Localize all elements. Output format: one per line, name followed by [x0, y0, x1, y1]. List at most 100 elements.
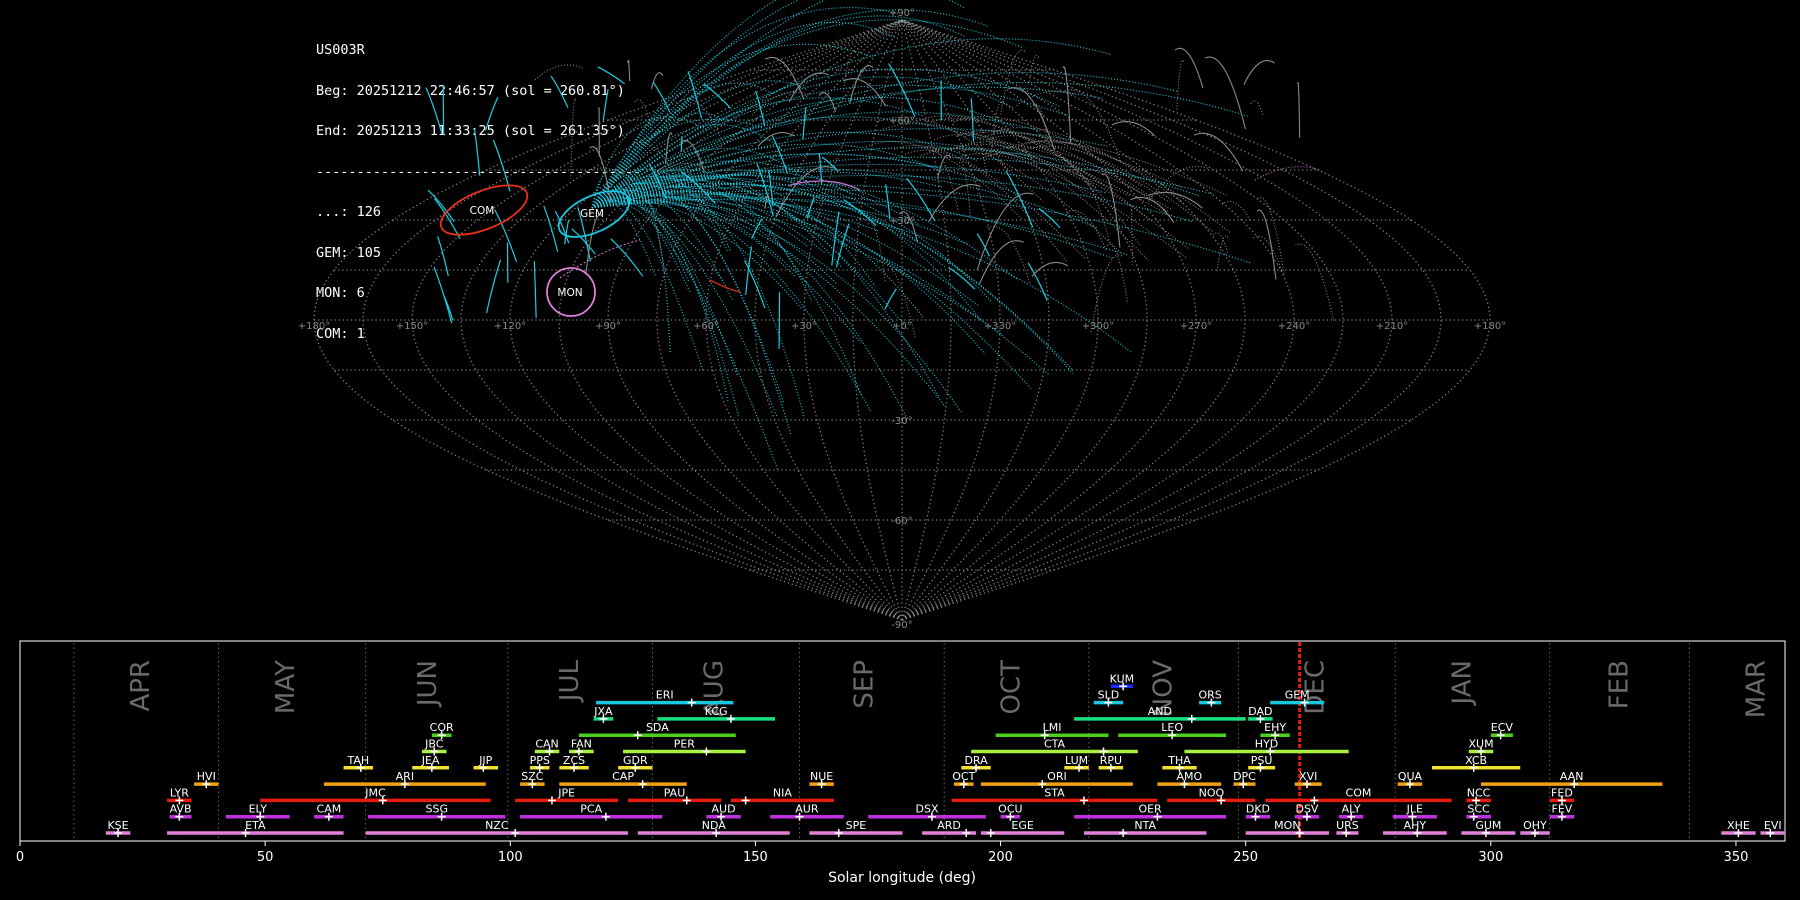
- shower-label: ARD: [937, 819, 961, 832]
- shower-and: AND: [1074, 705, 1246, 723]
- meteor-trail: [591, 194, 862, 344]
- shower-label: DRA: [964, 754, 988, 767]
- meteor-trail: [427, 189, 455, 222]
- lon-label: +240°: [1278, 321, 1310, 332]
- shower-can: CAN: [534, 738, 560, 756]
- shower-tah: TAH: [343, 754, 373, 772]
- meteor-trail: [492, 139, 511, 192]
- shower-label: AMO: [1176, 770, 1202, 783]
- x-tick-label: 350: [1724, 850, 1749, 865]
- month-labels: APR MAY JUN JUL AUG SEP OCT NOV DEC JAN FEB MAR: [73, 642, 1772, 840]
- radiant-label-gem: GEM: [580, 208, 604, 220]
- month-label: NOV: [1148, 660, 1178, 717]
- meteor-trail: [570, 98, 577, 179]
- shower-dsx: DSX: [868, 803, 986, 821]
- shower-label: LEO: [1161, 721, 1183, 734]
- meteor-trail: [985, 146, 1153, 198]
- shower-label: LMI: [1043, 721, 1062, 734]
- shower-szc: SZC: [520, 770, 545, 789]
- lon-label: +180°: [1474, 321, 1506, 332]
- shower-sld: SLD: [1093, 689, 1124, 707]
- month-label: FEB: [1604, 660, 1634, 709]
- shower-gem: GEM: [1270, 689, 1325, 707]
- meteor-trail: [597, 66, 626, 85]
- shower-dsv: DSV: [1294, 803, 1320, 821]
- meteor-trail: [534, 64, 583, 81]
- x-tick-label: 200: [988, 850, 1013, 865]
- shower-psu: PSU: [1248, 754, 1276, 772]
- meteor-trail: [1297, 81, 1301, 138]
- shower-xcb: XCB: [1432, 754, 1521, 772]
- shower-label: COR: [430, 721, 454, 734]
- shower-label: XCB: [1465, 754, 1487, 767]
- shower-urs: URS: [1336, 819, 1359, 837]
- meteor-trail: [433, 266, 453, 324]
- shower-sda: SDA: [578, 721, 736, 740]
- meteor-trail: [958, 147, 1150, 261]
- shower-label: NIA: [773, 786, 792, 799]
- shower-label: NZC: [485, 819, 509, 832]
- shower-spe: SPE: [809, 819, 903, 837]
- shower-noo: NOO: [1167, 786, 1256, 805]
- meteor-trail: [1027, 262, 1048, 301]
- shower-tha: THA: [1162, 754, 1197, 772]
- shower-fan: FAN: [569, 738, 594, 756]
- meteor-trail: [885, 184, 891, 219]
- meteor-trail: [648, 163, 667, 199]
- meteor-trail: [1064, 89, 1122, 164]
- meteor-trail: [485, 259, 502, 314]
- meteor-trail: [627, 59, 631, 82]
- meteor-trail: [929, 147, 1123, 255]
- shower-nia: NIA: [730, 786, 834, 805]
- shower-label: PSU: [1251, 754, 1273, 767]
- shower-label: ARI: [396, 770, 414, 783]
- lat-label: -30°: [891, 416, 912, 427]
- shower-label: GUM: [1475, 819, 1501, 832]
- shower-label: NCC: [1467, 786, 1491, 799]
- shower-label: JPE: [557, 786, 575, 799]
- lon-label: +210°: [1376, 321, 1408, 332]
- shower-qua: QUA: [1397, 770, 1423, 789]
- lon-label: +90°: [595, 321, 621, 332]
- meteor-trail: [1216, 235, 1229, 273]
- meteor-trail: [591, 0, 965, 209]
- shower-label: PPS: [530, 754, 550, 767]
- meteor-trail: [484, 96, 499, 131]
- meteor-trail: [591, 198, 1129, 256]
- shower-label: AUR: [795, 803, 819, 816]
- shower-jea: JEA: [412, 754, 449, 772]
- meteor-trail: [591, 198, 1131, 352]
- month-label: DEC: [1300, 660, 1330, 715]
- shower-ecv: ECV: [1491, 721, 1513, 740]
- meteor-trail: [831, 211, 840, 266]
- shower-label: SLD: [1098, 689, 1120, 702]
- shower-label: EGE: [1011, 819, 1033, 832]
- meteor-trail: [591, 191, 980, 307]
- meteor-trail: [591, 194, 837, 284]
- lat-label: +60°: [889, 116, 915, 127]
- shower-rpu: RPU: [1098, 754, 1124, 772]
- meteor-trail: [591, 193, 1115, 260]
- meteor-trail: [884, 288, 897, 310]
- shower-label: OCT: [952, 770, 975, 783]
- shower-ssg: SSG: [368, 803, 506, 821]
- shower-label: XHE: [1727, 819, 1750, 832]
- shower-fev: FEV: [1549, 803, 1575, 821]
- meteor-trail: [591, 183, 1074, 374]
- month-label: JUN: [413, 660, 443, 708]
- meteor-trail: [751, 91, 809, 116]
- month-label: OCT: [996, 660, 1026, 715]
- shower-xvi: XVI: [1294, 770, 1322, 789]
- meteor-trail: [602, 89, 609, 121]
- meteor-trail: [591, 174, 981, 319]
- shower-label: EHY: [1264, 721, 1286, 734]
- shower-dra: DRA: [961, 754, 991, 772]
- shower-dad: DAD: [1248, 705, 1273, 723]
- lat-label: -90°: [891, 620, 912, 631]
- meteor-trails: [425, 0, 1335, 472]
- shower-label: NDA: [702, 819, 727, 832]
- shower-ori: ORI: [980, 770, 1133, 789]
- meteor-trail: [906, 177, 936, 222]
- shower-label: CTA: [1044, 738, 1066, 751]
- shower-fed: FED: [1549, 786, 1575, 805]
